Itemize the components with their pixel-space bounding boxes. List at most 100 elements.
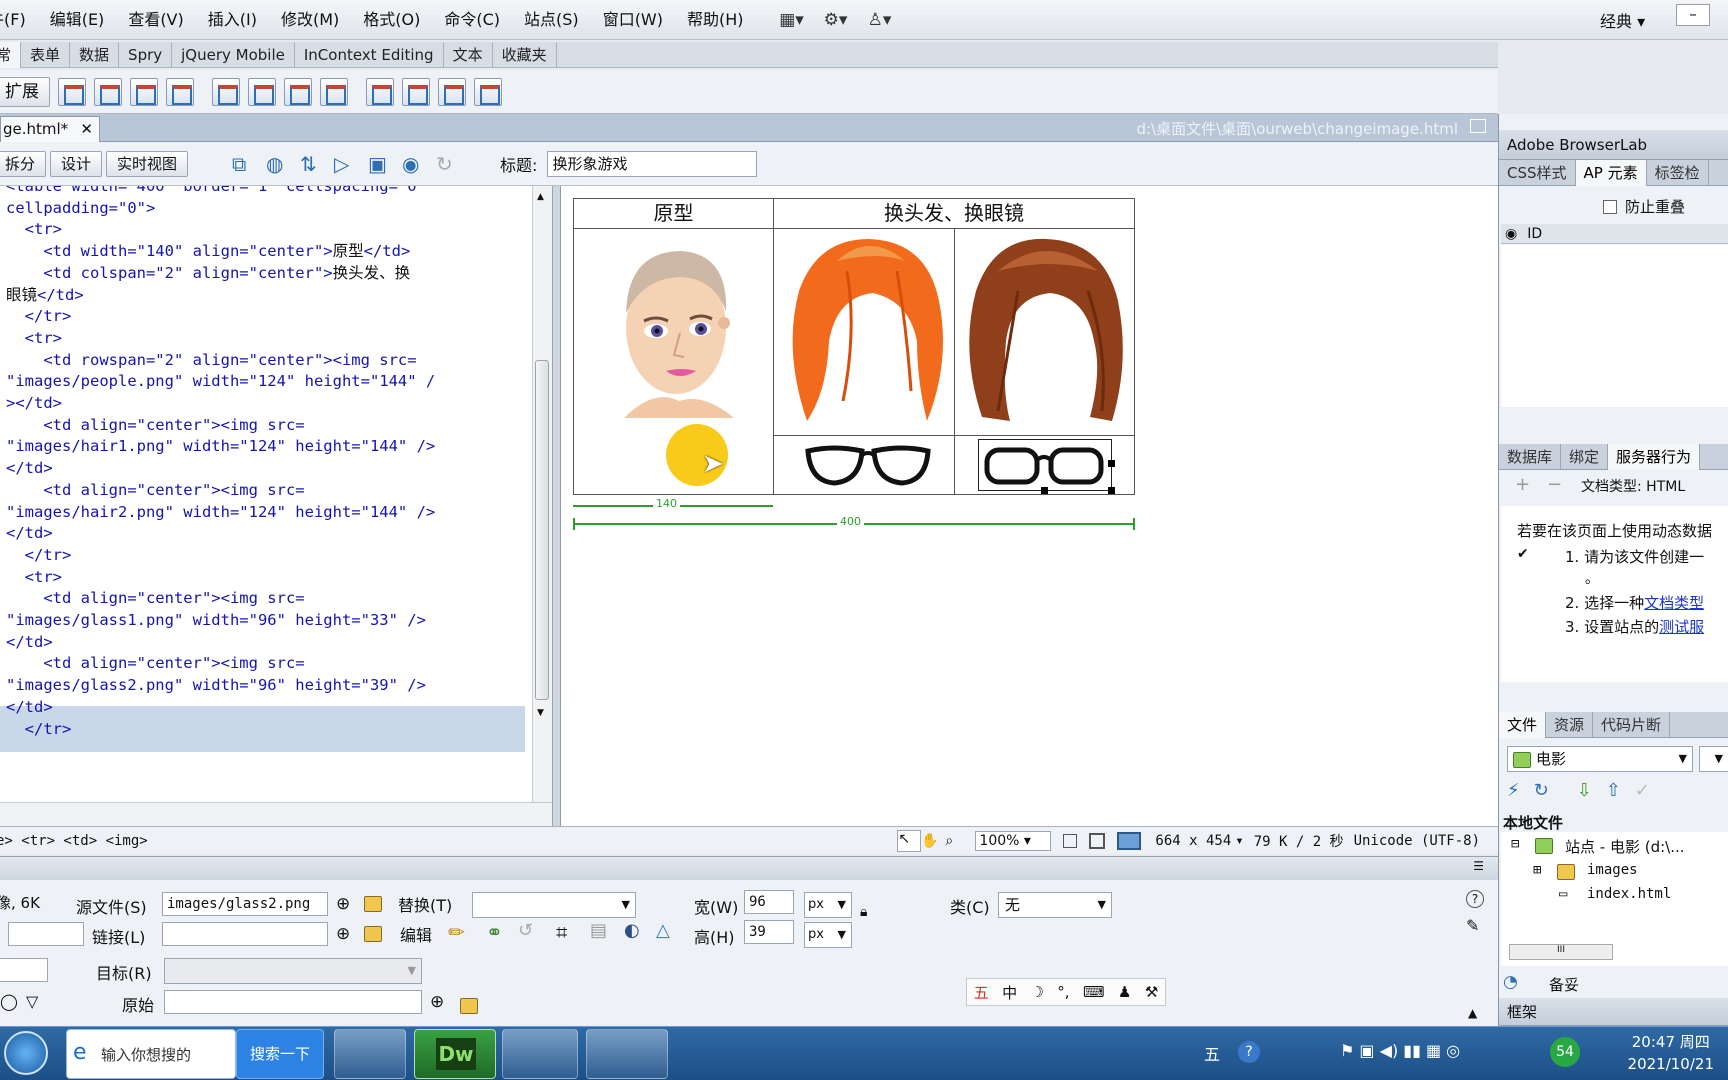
insert-tool-icon[interactable]	[166, 77, 194, 106]
glass2-image[interactable]	[983, 444, 1107, 488]
dreamweaver-app[interactable]: Dw	[414, 1029, 496, 1079]
menu-item[interactable]: 命令(C)	[432, 0, 512, 40]
menu-item[interactable]: 编辑(E)	[38, 0, 117, 40]
search-button[interactable]: 搜索一下	[236, 1029, 324, 1079]
put-files-icon[interactable]: ⇧	[1606, 780, 1621, 801]
tab-css-styles[interactable]: CSS样式	[1499, 160, 1576, 186]
tree-index-html[interactable]: index.html	[1587, 886, 1671, 902]
visibility-eye-icon[interactable]: ◉	[1505, 226, 1517, 242]
collapse-icon[interactable]: ▲	[1468, 1006, 1477, 1020]
refresh-files-icon[interactable]: ↻	[1534, 780, 1549, 801]
menu-item[interactable]: 窗口(W)	[591, 0, 675, 40]
phone-size-icon[interactable]	[1063, 833, 1078, 848]
update-icon[interactable]: ↺	[518, 920, 533, 941]
title-input[interactable]: 换形象游戏	[547, 150, 758, 177]
window-dimensions[interactable]: 664 x 454	[1155, 833, 1231, 849]
tablet-size-icon[interactable]	[1089, 832, 1106, 849]
insert-tab[interactable]: 文本	[444, 41, 493, 68]
tab-databases[interactable]: 数据库	[1499, 444, 1562, 470]
resize-handle[interactable]	[1041, 487, 1048, 494]
browse-folder-icon[interactable]	[364, 896, 382, 912]
browse-folder-icon[interactable]	[364, 926, 382, 942]
height-unit-select[interactable]: px	[804, 922, 852, 948]
clock[interactable]: 20:47 周四 2021/10/21	[1628, 1031, 1714, 1075]
resample-icon[interactable]: ▤	[590, 920, 607, 941]
insert-tool-icon[interactable]	[130, 77, 158, 106]
insert-tab[interactable]: 数据	[70, 41, 120, 68]
site-select[interactable]: 电影	[1507, 746, 1693, 772]
browse-folder-icon[interactable]	[460, 998, 478, 1014]
site-icon[interactable]: ♙▾	[862, 8, 898, 32]
tree-collapse-icon[interactable]: ⊟	[1511, 836, 1519, 852]
test-server-link[interactable]: 测试服	[1659, 618, 1704, 636]
refresh-icon[interactable]: ↻	[436, 152, 470, 176]
design-view-button[interactable]: 设计	[50, 150, 103, 177]
edit-pencil-icon[interactable]: ✏	[448, 920, 465, 944]
tray-icons[interactable]: ⚑ ▣ ◀) ▮▮ ▦ ◎	[1340, 1041, 1460, 1060]
id-input[interactable]	[8, 922, 84, 946]
tab-snippets[interactable]: 代码片断	[1593, 712, 1671, 738]
tab-files[interactable]: 文件	[1499, 712, 1547, 738]
check-out-icon[interactable]: ✓	[1635, 780, 1650, 801]
chinese-mode-icon[interactable]: 中	[1002, 982, 1017, 1003]
menu-item[interactable]: 站点(S)	[512, 0, 591, 40]
view-select[interactable]	[1699, 746, 1728, 772]
lock-icon[interactable]: 🔒︎	[860, 904, 867, 920]
add-behavior-icon[interactable]: +	[1515, 474, 1530, 495]
resize-handle[interactable]	[1108, 487, 1115, 494]
property-inspector-header[interactable]: ☰	[0, 856, 1498, 880]
select-tool-icon[interactable]: ↖	[897, 829, 922, 852]
crop-icon[interactable]: ⌗	[556, 920, 567, 944]
tree-site-root[interactable]: 站点 - 电影 (d:\...	[1565, 836, 1685, 857]
app-chrome-icon[interactable]	[334, 1029, 406, 1079]
height-input[interactable]: 39	[744, 920, 794, 944]
insert-tool-icon[interactable]	[248, 77, 276, 106]
insert-tool-icon[interactable]	[474, 77, 502, 106]
hotspot-circle-icon[interactable]: ◯	[0, 992, 18, 1011]
search-box[interactable]: e 输入你想搜的	[66, 1029, 236, 1079]
fullwidth-icon[interactable]: ☽	[1030, 983, 1043, 1001]
ime-icon[interactable]: 五	[974, 982, 989, 1003]
width-input[interactable]: 96	[744, 890, 794, 914]
dimensions-dropdown-icon[interactable]: ▾	[1235, 833, 1243, 849]
security-badge[interactable]: 54	[1550, 1037, 1580, 1067]
explorer-icon[interactable]	[586, 1029, 668, 1079]
tab-ap-elements[interactable]: AP 元素	[1575, 160, 1647, 186]
keyboard-icon[interactable]: ⌨	[1083, 983, 1105, 1001]
insert-tab[interactable]: 表单	[21, 41, 71, 68]
ime-tray-icon[interactable]: 五	[1204, 1041, 1220, 1065]
insert-tool-icon[interactable]	[212, 77, 240, 106]
frames-panel-header[interactable]: 框架	[1499, 998, 1728, 1026]
remove-behavior-icon[interactable]: −	[1547, 474, 1562, 495]
menu-item[interactable]: 修改(M)	[269, 0, 351, 40]
insert-tool-icon[interactable]	[438, 77, 466, 106]
resize-handle[interactable]	[1108, 460, 1115, 467]
inspect-icon[interactable]: ⧉	[232, 152, 266, 176]
preview-table[interactable]: 原型 换头发、换眼镜 ➤	[573, 198, 1135, 495]
glass1-image[interactable]	[804, 441, 932, 489]
code-hscrollbar[interactable]	[0, 802, 552, 826]
desktop-size-icon[interactable]	[1117, 831, 1142, 850]
sharpen-icon[interactable]: △	[656, 920, 670, 941]
menu-item[interactable]: 格式(O)	[351, 0, 432, 40]
browserlab-panel-header[interactable]: Adobe BrowserLab	[1499, 130, 1728, 160]
preview-icon[interactable]: ▷	[334, 152, 368, 176]
people-image[interactable]	[604, 233, 754, 433]
insert-tool-icon[interactable]	[94, 77, 122, 106]
check-page-icon[interactable]: ◉	[402, 152, 436, 176]
globe-icon[interactable]: ◍	[266, 152, 300, 176]
user-icon[interactable]: ♟	[1118, 983, 1131, 1001]
scroll-down-icon[interactable]: ▼	[537, 708, 544, 718]
brightness-icon[interactable]: ◐	[624, 920, 640, 941]
hand-tool-icon[interactable]: ✋	[921, 833, 945, 849]
width-unit-select[interactable]: px	[804, 892, 852, 918]
code-scroll-thumb[interactable]	[535, 360, 549, 700]
hotspot-polygon-icon[interactable]: ▽	[26, 992, 38, 1011]
gear-icon[interactable]: ⚙▾	[818, 8, 854, 32]
connect-icon[interactable]: ⚡	[1507, 780, 1520, 801]
insert-tool-icon[interactable]	[284, 77, 312, 106]
tab-assets[interactable]: 资源	[1546, 712, 1594, 738]
insert-tool-icon[interactable]	[320, 77, 348, 106]
doc-type-link[interactable]: 文档类型	[1644, 594, 1704, 612]
get-files-icon[interactable]: ⇩	[1577, 780, 1592, 801]
